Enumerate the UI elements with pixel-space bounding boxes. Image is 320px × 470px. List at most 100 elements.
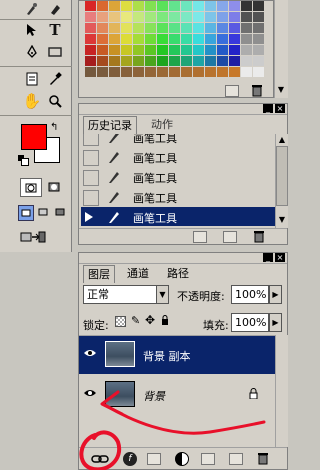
color-swatch[interactable] <box>169 12 180 22</box>
color-swatch[interactable] <box>145 12 156 22</box>
link-icon[interactable] <box>91 453 109 465</box>
close-icon[interactable]: × <box>275 104 285 113</box>
color-swatch[interactable] <box>133 34 144 44</box>
tab-layers[interactable]: 图层 <box>83 265 115 283</box>
screen-mode-menubar-icon[interactable] <box>36 205 50 219</box>
color-swatch[interactable] <box>133 56 144 66</box>
color-swatch[interactable] <box>253 1 264 11</box>
color-swatch[interactable] <box>229 67 240 77</box>
color-swatch[interactable] <box>193 23 204 33</box>
color-swatch[interactable] <box>193 34 204 44</box>
color-swatch[interactable] <box>241 23 252 33</box>
adjustment-layer-icon[interactable] <box>175 452 189 466</box>
color-swatch[interactable] <box>205 56 216 66</box>
history-row-selected[interactable]: 画笔工具 <box>81 207 275 226</box>
minimize-icon[interactable]: _ <box>263 253 273 262</box>
color-swatch[interactable] <box>157 45 168 55</box>
quickmask-mode-icon[interactable] <box>44 178 64 195</box>
swatches-scrollbar[interactable]: ▼ <box>274 0 288 98</box>
color-swatch[interactable] <box>85 23 96 33</box>
color-swatch[interactable] <box>145 23 156 33</box>
screen-mode-standard-icon[interactable] <box>18 205 34 221</box>
tab-paths[interactable]: 路径 <box>163 265 193 283</box>
color-swatch[interactable] <box>253 45 264 55</box>
color-swatch[interactable] <box>133 67 144 77</box>
color-swatch[interactable] <box>217 45 228 55</box>
color-swatch[interactable] <box>205 12 216 22</box>
color-swatch[interactable] <box>85 34 96 44</box>
color-swatch[interactable] <box>241 67 252 77</box>
color-swatch[interactable] <box>253 34 264 44</box>
tab-actions[interactable]: 动作 <box>147 116 177 134</box>
color-swatch[interactable] <box>121 56 132 66</box>
eyedropper-icon[interactable] <box>45 70 65 88</box>
color-swatch[interactable] <box>169 45 180 55</box>
color-swatch[interactable] <box>145 56 156 66</box>
scroll-down-icon[interactable]: ▼ <box>275 84 287 96</box>
color-swatch[interactable] <box>157 12 168 22</box>
fill-slider-button[interactable]: ▶ <box>269 313 282 332</box>
lock-position-icon[interactable]: ✥ <box>145 313 155 327</box>
color-swatch[interactable] <box>85 12 96 22</box>
color-swatch[interactable] <box>181 1 192 11</box>
color-swatch[interactable] <box>229 34 240 44</box>
history-titlebar[interactable]: _ × <box>79 104 287 115</box>
lock-image-icon[interactable]: ✎ <box>131 314 140 327</box>
layers-titlebar[interactable]: _ × <box>79 253 287 264</box>
color-swatch[interactable] <box>97 23 108 33</box>
add-mask-icon[interactable] <box>147 453 161 465</box>
color-swatch[interactable] <box>97 1 108 11</box>
lock-all-icon[interactable] <box>161 315 169 325</box>
color-swatch[interactable] <box>121 23 132 33</box>
notes-icon[interactable] <box>22 70 42 88</box>
color-swatch[interactable] <box>217 34 228 44</box>
color-swatch[interactable] <box>157 23 168 33</box>
pen-icon[interactable] <box>22 43 42 61</box>
color-swatch[interactable] <box>157 34 168 44</box>
color-swatch[interactable] <box>133 1 144 11</box>
color-swatch[interactable] <box>109 12 120 22</box>
color-swatch[interactable] <box>109 1 120 11</box>
history-row[interactable]: 画笔工具 <box>81 147 275 168</box>
color-swatch[interactable] <box>145 67 156 77</box>
color-swatch[interactable] <box>133 12 144 22</box>
screen-mode-full-icon[interactable] <box>53 205 67 219</box>
color-swatch[interactable] <box>181 12 192 22</box>
color-swatch[interactable] <box>109 45 120 55</box>
color-swatch[interactable] <box>133 45 144 55</box>
color-swatch[interactable] <box>253 67 264 77</box>
color-swatch[interactable] <box>169 23 180 33</box>
color-swatch[interactable] <box>157 67 168 77</box>
swatch-grid[interactable] <box>85 1 265 81</box>
color-swatch[interactable] <box>241 45 252 55</box>
history-snapshot-box[interactable] <box>83 170 99 186</box>
color-swatch[interactable] <box>133 23 144 33</box>
tab-channels[interactable]: 通道 <box>123 265 153 283</box>
color-swatch[interactable] <box>169 56 180 66</box>
lock-transparent-icon[interactable] <box>115 316 126 327</box>
move-select-icon[interactable] <box>22 21 42 39</box>
standard-mode-icon[interactable] <box>20 178 42 197</box>
history-brush-icon[interactable] <box>22 0 42 18</box>
minimize-icon[interactable]: _ <box>263 104 273 113</box>
color-swatch[interactable] <box>241 1 252 11</box>
new-document-from-state-icon[interactable] <box>193 231 207 243</box>
history-snapshot-box[interactable] <box>83 190 99 206</box>
color-swatch[interactable] <box>109 23 120 33</box>
color-swatch[interactable] <box>121 45 132 55</box>
color-swatch[interactable] <box>145 1 156 11</box>
color-swatch[interactable] <box>145 45 156 55</box>
color-swatch[interactable] <box>205 67 216 77</box>
color-swatch[interactable] <box>181 56 192 66</box>
color-swatch[interactable] <box>205 34 216 44</box>
color-swatch[interactable] <box>205 23 216 33</box>
foreground-color-swatch[interactable] <box>21 124 47 150</box>
fill-field[interactable]: 100% <box>231 313 269 332</box>
color-swatch[interactable] <box>253 56 264 66</box>
jump-to-imageready-icon[interactable] <box>18 229 48 245</box>
color-swatch[interactable] <box>229 56 240 66</box>
scroll-down-icon[interactable]: ▼ <box>276 214 288 226</box>
color-swatch[interactable] <box>181 23 192 33</box>
color-swatch[interactable] <box>85 67 96 77</box>
color-swatch[interactable] <box>217 67 228 77</box>
